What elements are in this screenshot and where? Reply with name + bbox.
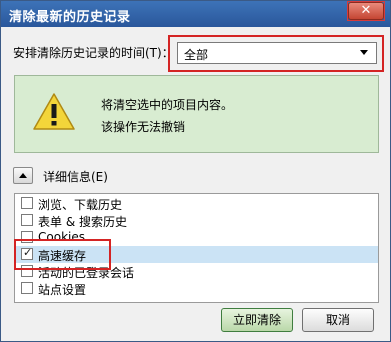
- close-button[interactable]: ✕: [348, 2, 384, 20]
- warning-box: 将清空选中的项目内容。 该操作无法撤销: [14, 75, 379, 153]
- time-range-label: 安排清除历史记录的时间(T)：: [13, 46, 174, 60]
- clear-history-dialog: 清除最新的历史记录 ✕ 安排清除历史记录的时间(T)： 全部 将清空选中的项目内…: [0, 0, 391, 342]
- cache-highlight-box: [14, 239, 111, 270]
- list-item-form-history[interactable]: 表单 & 搜索历史: [15, 212, 378, 229]
- warning-text-1: 将清空选中的项目内容。: [101, 98, 234, 112]
- list-item-browsing-history[interactable]: 浏览、下载历史: [15, 195, 378, 212]
- checkbox[interactable]: [21, 197, 33, 209]
- close-icon: ✕: [360, 3, 372, 18]
- list-item-label: 站点设置: [38, 283, 87, 297]
- list-item-label: 表单 & 搜索历史: [38, 215, 127, 229]
- chevron-up-icon: [19, 173, 27, 178]
- cancel-button[interactable]: 取消: [302, 308, 374, 332]
- warning-text-2: 该操作无法撤销: [101, 120, 186, 134]
- title-bar[interactable]: 清除最新的历史记录 ✕: [1, 1, 390, 27]
- checkbox[interactable]: [21, 214, 33, 226]
- warning-icon: [33, 93, 75, 130]
- select-highlight-box: [168, 35, 384, 72]
- list-item-label: 浏览、下载历史: [38, 198, 123, 212]
- list-item-site-settings[interactable]: 站点设置: [15, 280, 378, 297]
- dialog-title: 清除最新的历史记录: [9, 10, 131, 25]
- details-toggle-button[interactable]: [13, 167, 33, 184]
- details-label: 详细信息(E): [43, 170, 108, 184]
- clear-now-button[interactable]: 立即清除: [221, 308, 293, 332]
- checkbox[interactable]: [21, 282, 33, 294]
